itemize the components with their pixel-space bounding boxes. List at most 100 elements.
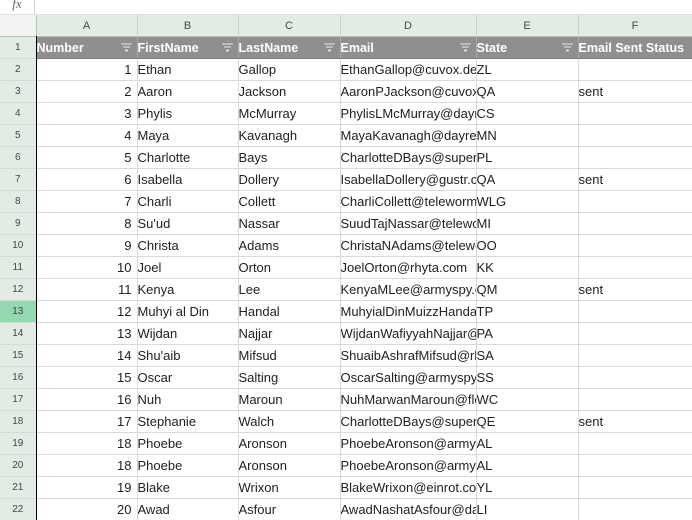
cell-firstname[interactable]: Joel	[137, 256, 239, 279]
header-cell-number[interactable]: Number	[36, 36, 138, 59]
table-row[interactable]: 7 6 Isabella Dollery IsabellaDollery@gustr.c…	[0, 168, 692, 191]
cell-number[interactable]: 3	[36, 102, 138, 125]
row-header-11[interactable]: 11	[0, 256, 37, 279]
cell-email-sent-status[interactable]	[578, 388, 692, 411]
cell-email-sent-status[interactable]	[578, 344, 692, 367]
cell-state[interactable]: WC	[476, 388, 579, 411]
cell-lastname[interactable]: Handal	[238, 300, 341, 323]
cell-state[interactable]: YL	[476, 476, 579, 499]
cell-state[interactable]: KK	[476, 256, 579, 279]
cell-firstname[interactable]: Wijdan	[137, 322, 239, 345]
cell-email-sent-status[interactable]	[578, 256, 692, 279]
cell-firstname[interactable]: Phoebe	[137, 432, 239, 455]
cell-firstname[interactable]: Christa	[137, 234, 239, 257]
cell-lastname[interactable]: Bays	[238, 146, 341, 169]
cell-lastname[interactable]: Asfour	[238, 498, 341, 520]
table-row[interactable]: 13 12 Muhyi al Din Handal MuhyialDinMuizzHan…	[0, 300, 692, 323]
cell-state[interactable]: MN	[476, 124, 579, 147]
filter-icon-number[interactable]	[120, 43, 132, 52]
cell-email-sent-status[interactable]	[578, 146, 692, 169]
table-row[interactable]: 16 15 Oscar Salting OscarSalting@armyspy.com…	[0, 366, 692, 389]
spreadsheet-grid[interactable]: A B C D E F 1 Number FirstName LastName …	[0, 15, 692, 520]
cell-lastname[interactable]: Gallop	[238, 58, 341, 81]
cell-firstname[interactable]: Su'ud	[137, 212, 239, 235]
cell-email-sent-status[interactable]	[578, 498, 692, 520]
row-header-2[interactable]: 2	[0, 58, 37, 81]
row-header-10[interactable]: 10	[0, 234, 37, 257]
cell-number[interactable]: 14	[36, 344, 138, 367]
table-row[interactable]: 22 20 Awad Asfour AwadNashatAsfour@dayrep.co…	[0, 498, 692, 520]
cell-state[interactable]: SA	[476, 344, 579, 367]
row-header-18[interactable]: 18	[0, 410, 37, 433]
cell-email-sent-status[interactable]	[578, 124, 692, 147]
cell-firstname[interactable]: Muhyi al Din	[137, 300, 239, 323]
cell-number[interactable]: 18	[36, 454, 138, 477]
header-cell-lastname[interactable]: LastName	[238, 36, 341, 59]
cell-lastname[interactable]: Aronson	[238, 432, 341, 455]
column-header-f[interactable]: F	[578, 15, 692, 37]
header-cell-firstname[interactable]: FirstName	[137, 36, 239, 59]
table-row[interactable]: 14 13 Wijdan Najjar WijdanWafiyyahNajjar@rhy…	[0, 322, 692, 345]
cell-email[interactable]: ShuaibAshrafMifsud@rhyta.com	[340, 344, 477, 367]
cell-email[interactable]: PhylisLMcMurray@dayrep.com	[340, 102, 477, 125]
cell-firstname[interactable]: Charlotte	[137, 146, 239, 169]
cell-lastname[interactable]: Najjar	[238, 322, 341, 345]
cell-state[interactable]: TP	[476, 300, 579, 323]
cell-firstname[interactable]: Nuh	[137, 388, 239, 411]
cell-email[interactable]: ChristaNAdams@teleworm.us	[340, 234, 477, 257]
cell-lastname[interactable]: McMurray	[238, 102, 341, 125]
filter-icon-firstname[interactable]	[221, 43, 233, 52]
cell-email-sent-status[interactable]	[578, 476, 692, 499]
cell-lastname[interactable]: Dollery	[238, 168, 341, 191]
cell-state[interactable]: QM	[476, 278, 579, 301]
cell-email[interactable]: WijdanWafiyyahNajjar@rhyta.com	[340, 322, 477, 345]
cell-email-sent-status[interactable]	[578, 190, 692, 213]
cell-number[interactable]: 15	[36, 366, 138, 389]
table-row[interactable]: 5 4 Maya Kavanagh MayaKavanagh@dayrep.comMN	[0, 124, 692, 147]
cell-firstname[interactable]: Ethan	[137, 58, 239, 81]
cell-email-sent-status[interactable]: sent	[578, 410, 692, 433]
cell-email[interactable]: IsabellaDollery@gustr.com	[340, 168, 477, 191]
row-header-22[interactable]: 22	[0, 498, 37, 520]
cell-lastname[interactable]: Maroun	[238, 388, 341, 411]
cell-email[interactable]: PhoebeAronson@armyspy.com	[340, 454, 477, 477]
cell-email-sent-status[interactable]: sent	[578, 80, 692, 103]
select-all-corner[interactable]	[0, 15, 37, 37]
row-header-13[interactable]: 13	[0, 300, 37, 323]
cell-email[interactable]: EthanGallop@cuvox.de	[340, 58, 477, 81]
row-header-17[interactable]: 17	[0, 388, 37, 411]
cell-number[interactable]: 11	[36, 278, 138, 301]
cell-firstname[interactable]: Phoebe	[137, 454, 239, 477]
row-header-8[interactable]: 8	[0, 190, 37, 213]
cell-email[interactable]: CharlotteDBays@superrito.com	[340, 146, 477, 169]
row-header-7[interactable]: 7	[0, 168, 37, 191]
table-row[interactable]: 6 5 Charlotte Bays CharlotteDBays@superrito.…	[0, 146, 692, 169]
cell-email[interactable]: MuhyialDinMuizzHandal@rhyta.com	[340, 300, 477, 323]
cell-lastname[interactable]: Kavanagh	[238, 124, 341, 147]
cell-lastname[interactable]: Mifsud	[238, 344, 341, 367]
cell-number[interactable]: 19	[36, 476, 138, 499]
cell-state[interactable]: QA	[476, 168, 579, 191]
row-header-21[interactable]: 21	[0, 476, 37, 499]
cell-lastname[interactable]: Lee	[238, 278, 341, 301]
cell-email[interactable]: OscarSalting@armyspy.com	[340, 366, 477, 389]
cell-state[interactable]: QE	[476, 410, 579, 433]
cell-state[interactable]: SS	[476, 366, 579, 389]
table-row[interactable]: 11 10 Joel Orton JoelOrton@rhyta.com KK	[0, 256, 692, 279]
cell-email[interactable]: NuhMarwanMaroun@fleckens.hu	[340, 388, 477, 411]
cell-state[interactable]: AL	[476, 432, 579, 455]
cell-state[interactable]: WLG	[476, 190, 579, 213]
row-header-1[interactable]: 1	[0, 36, 37, 59]
cell-email[interactable]: JoelOrton@rhyta.com	[340, 256, 477, 279]
cell-lastname[interactable]: Wrixon	[238, 476, 341, 499]
cell-number[interactable]: 13	[36, 322, 138, 345]
cell-email-sent-status[interactable]	[578, 300, 692, 323]
row-header-15[interactable]: 15	[0, 344, 37, 367]
filter-icon-state[interactable]	[561, 43, 573, 52]
table-row[interactable]: 18 17 Stephanie Walch CharlotteDBays@superri…	[0, 410, 692, 433]
cell-number[interactable]: 17	[36, 410, 138, 433]
table-row[interactable]: 4 3 Phylis McMurray PhylisLMcMurray@dayrep.c…	[0, 102, 692, 125]
row-header-5[interactable]: 5	[0, 124, 37, 147]
cell-number[interactable]: 20	[36, 498, 138, 520]
cell-email-sent-status[interactable]: sent	[578, 168, 692, 191]
